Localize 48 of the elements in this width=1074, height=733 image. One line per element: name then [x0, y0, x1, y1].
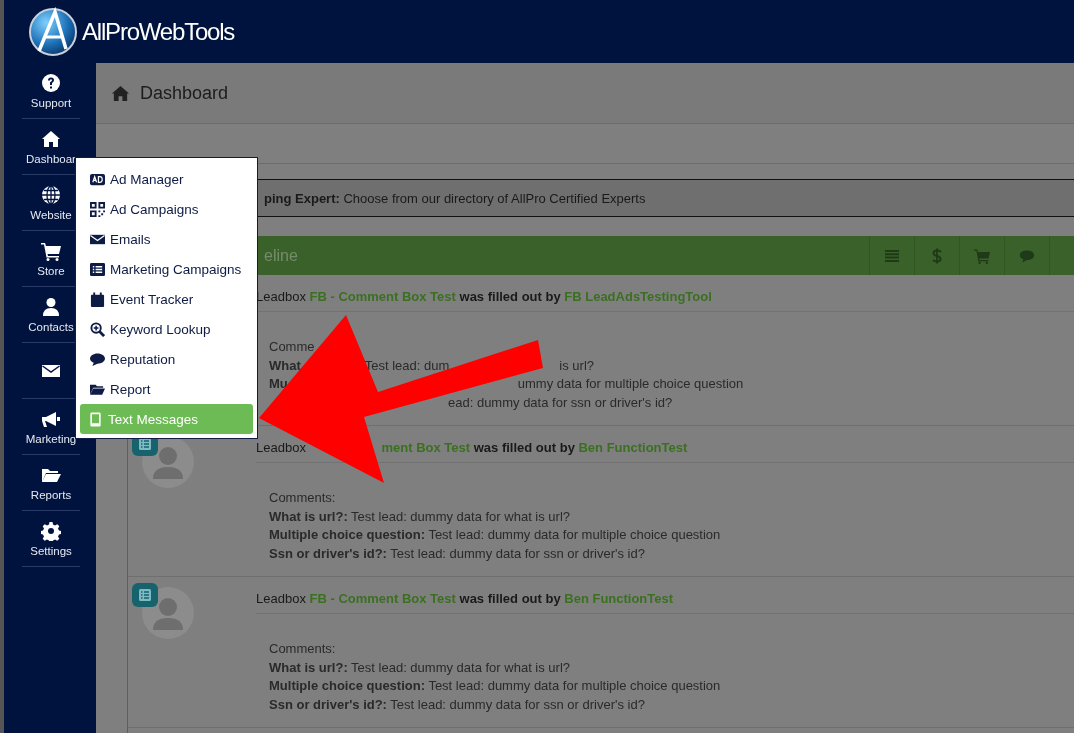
ad-icon	[90, 171, 105, 187]
list-icon	[884, 247, 900, 264]
entry-title: Leadbox FB - Comment Box Test was filled out by Ben FunctionTest	[256, 591, 674, 606]
house-icon	[111, 83, 130, 103]
form-answer-fragment: Mu	[269, 375, 288, 393]
logo-icon	[28, 6, 78, 57]
settings-icon	[41, 520, 61, 541]
menu-item[interactable]: Keyword Lookup	[80, 314, 253, 344]
comments-label: Comments:	[269, 489, 337, 507]
help-icon	[41, 72, 61, 93]
form-badge-icon	[132, 583, 158, 607]
timeline-title: eline	[263, 246, 298, 265]
house-icon	[41, 128, 61, 149]
cart-icon	[41, 240, 61, 261]
comments-label: Comments:	[269, 640, 337, 658]
entry-title: Leadbox ment Box Test was filled out by Ben FunctionTest	[256, 440, 688, 455]
form-answer: Multiple choice question: Test lead: dummy data for multiple choice question	[269, 677, 722, 695]
menu-item[interactable]: Marketing Campaigns	[80, 254, 253, 284]
form-answer: What is url?: Test lead: dummy data for what is url?	[269, 658, 572, 677]
menu-item[interactable]: Report	[80, 374, 253, 404]
dollar-icon	[929, 247, 945, 264]
list-icon	[90, 261, 105, 277]
sidebar-item[interactable]: Support	[22, 63, 80, 119]
cart-icon	[974, 247, 990, 264]
form-answer-fragment: ead: dummy data for ssn or driver's id?	[448, 393, 673, 412]
comments-label: Comme	[269, 338, 316, 356]
menu-item[interactable]: Event Tracker	[80, 284, 253, 314]
sidebar-item[interactable]: Reports	[22, 455, 80, 511]
phone-icon	[88, 411, 103, 427]
form-answer: Ssn or driver's id?: Test lead: dummy data for ssn or driver's id?	[269, 695, 646, 714]
form-answer-fragment: is url?	[559, 356, 594, 375]
form-answer-fragment: ummy data for multiple choice question	[517, 375, 744, 393]
sidebar-item[interactable]: Settings	[22, 511, 80, 567]
form-answer: Ssn or driver's id?: Test lead: dummy data for ssn or driver's id?	[269, 544, 646, 563]
globe-icon	[41, 184, 61, 205]
menu-item[interactable]: Reputation	[80, 344, 253, 374]
brand-name: AllProWebTools	[82, 17, 235, 46]
form-answer: What is url?: Test lead: dummy data for what is url?	[269, 507, 572, 526]
person-icon	[41, 296, 61, 317]
speech-bubble-icon	[90, 351, 105, 367]
calendar-icon	[90, 291, 105, 307]
form-answer-fragment: What	[269, 356, 301, 375]
menu-item[interactable]: Emails	[80, 224, 253, 254]
speech-bubble-icon	[1019, 247, 1035, 264]
qr-code-icon	[90, 201, 105, 217]
form-answer: Multiple choice question: Test lead: dummy data for multiple choice question	[269, 526, 722, 544]
zoom-in-icon	[90, 321, 105, 337]
page-title: Dashboard	[140, 82, 229, 104]
